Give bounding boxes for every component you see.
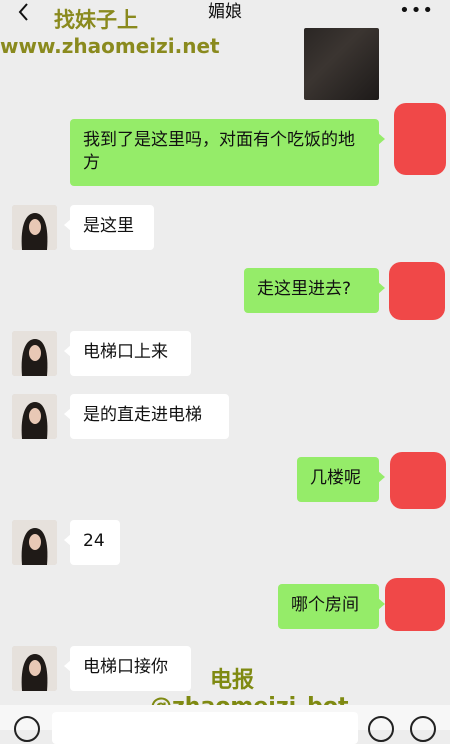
message-text: 是的直走进电梯 <box>83 405 202 425</box>
avatar[interactable] <box>12 205 57 250</box>
watermark-title: 找妹子上 <box>54 8 138 32</box>
voice-icon[interactable] <box>14 716 40 742</box>
message-bubble-left[interactable]: 电梯口接你 <box>64 646 191 691</box>
emoji-icon[interactable] <box>368 716 394 742</box>
image-message[interactable] <box>304 28 379 100</box>
redacted-avatar <box>390 452 446 509</box>
message-bubble-right[interactable]: 哪个房间 <box>278 584 385 629</box>
message-bubble-right[interactable]: 几楼呢 <box>297 457 385 502</box>
message-text: 走这里进去? <box>257 279 352 299</box>
avatar[interactable] <box>12 331 57 376</box>
message-text: 我到了是这里吗，对面有个吃饭的地方 <box>83 130 355 173</box>
plus-icon[interactable] <box>410 716 436 742</box>
watermark-url: www.zhaomeizi.net <box>0 34 220 58</box>
redacted-avatar <box>389 262 445 320</box>
watermark-telegram: 电报 <box>210 668 255 693</box>
more-icon[interactable]: ••• <box>399 0 434 22</box>
message-text: 是这里 <box>83 216 134 236</box>
message-input[interactable] <box>52 712 358 744</box>
message-bubble-left[interactable]: 是这里 <box>64 205 154 250</box>
message-bubble-left[interactable]: 电梯口上来 <box>64 331 191 376</box>
message-bubble-right[interactable]: 我到了是这里吗，对面有个吃饭的地方 <box>70 119 385 186</box>
message-text: 几楼呢 <box>310 468 361 488</box>
message-bubble-left[interactable]: 24 <box>64 520 120 565</box>
message-text: 电梯口接你 <box>83 657 168 677</box>
redacted-avatar <box>394 103 446 175</box>
message-text: 哪个房间 <box>291 595 359 615</box>
message-bubble-left[interactable]: 是的直走进电梯 <box>64 394 229 439</box>
redacted-avatar <box>385 578 445 631</box>
message-text: 电梯口上来 <box>83 342 168 362</box>
avatar[interactable] <box>12 394 57 439</box>
message-bubble-right[interactable]: 走这里进去? <box>244 268 385 313</box>
message-text: 24 <box>83 531 105 551</box>
avatar[interactable] <box>12 646 57 691</box>
avatar[interactable] <box>12 520 57 565</box>
